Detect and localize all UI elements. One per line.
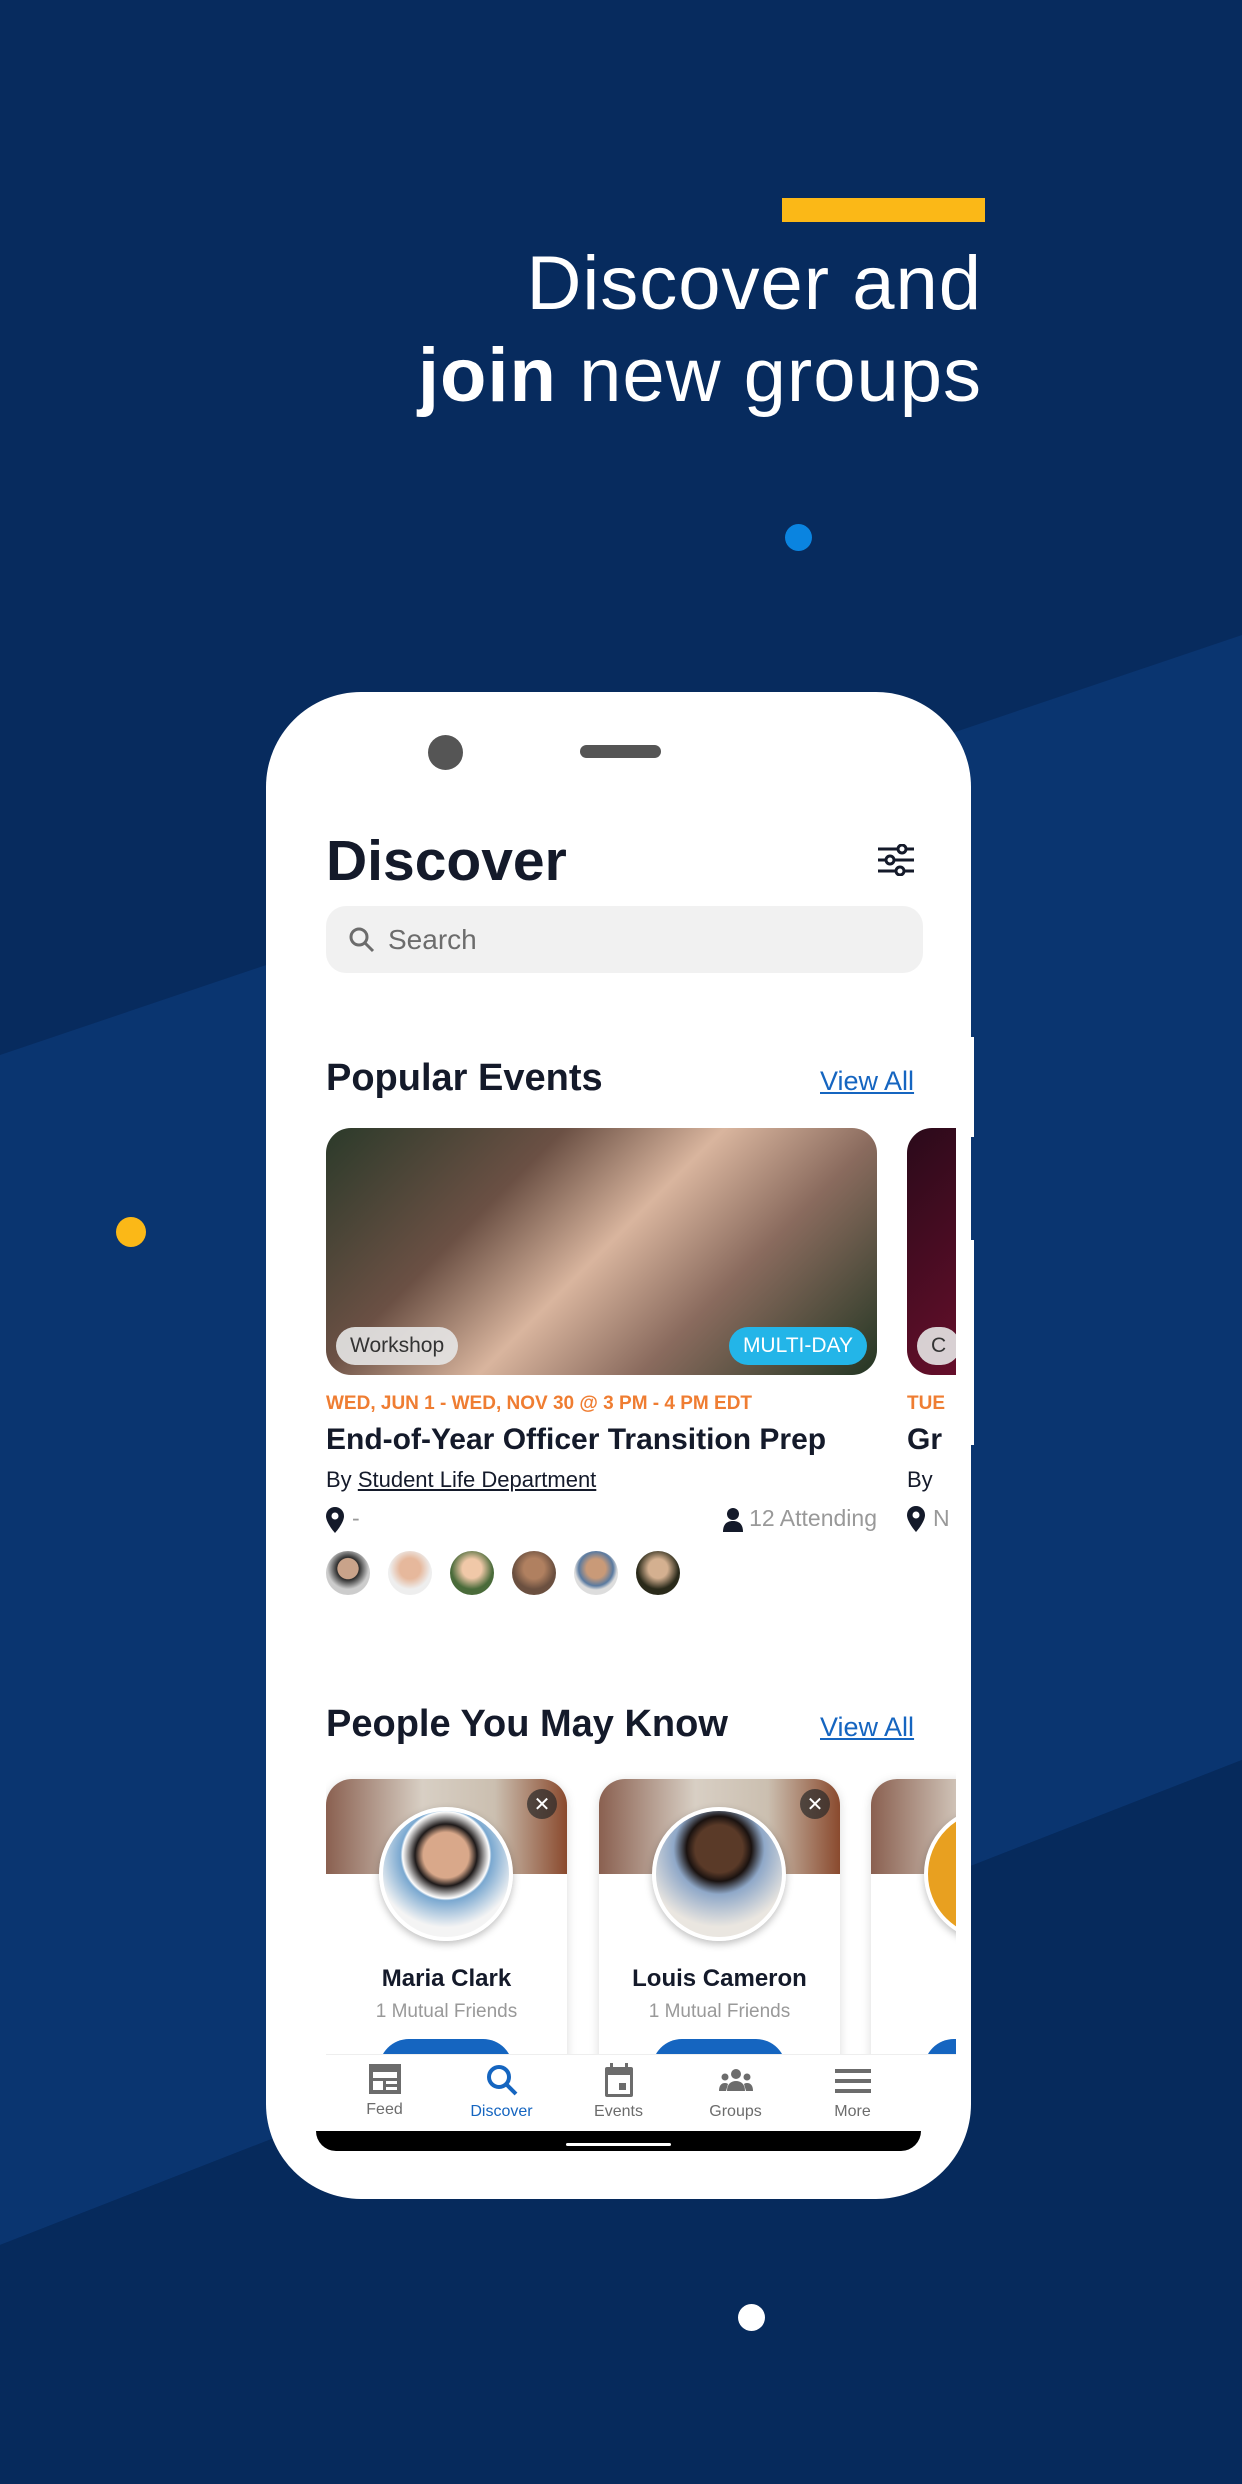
event-title: Gr: [907, 1423, 943, 1456]
location-pin-icon: [326, 1506, 344, 1533]
attendee-avatar[interactable]: [326, 1550, 370, 1595]
event-image: Workshop MULTI-DAY: [326, 1128, 877, 1375]
multi-day-badge: MULTI-DAY: [728, 1327, 867, 1365]
attendee-avatar[interactable]: [388, 1550, 432, 1595]
person-avatar: [652, 1807, 786, 1941]
app-screen: Discover Search Popular Events View All …: [326, 692, 956, 2132]
page-title: Discover: [326, 829, 567, 893]
by-label: By: [326, 1467, 352, 1492]
attendee-avatar[interactable]: [450, 1550, 494, 1595]
tab-label: Discover: [470, 2103, 533, 2120]
location-text: -: [352, 1505, 360, 1531]
headline-line-1: Discover and: [526, 241, 982, 326]
tab-feed[interactable]: Feed: [326, 2055, 443, 2131]
event-date: WED, JUN 1 - WED, NOV 30 @ 3 PM - 4 PM E…: [326, 1393, 753, 1414]
search-placeholder: Search: [388, 923, 477, 955]
headline-line-2: join new groups: [418, 330, 982, 422]
person-card[interactable]: Jo: [871, 1779, 956, 2099]
headline-bold: join: [417, 333, 557, 418]
bottom-tab-bar: Feed Discover Events Groups More: [326, 2054, 956, 2131]
tab-label: Events: [594, 2103, 643, 2120]
sliders-icon[interactable]: [878, 843, 914, 881]
attendee-avatar[interactable]: [512, 1550, 556, 1595]
accent-bar: [782, 198, 985, 222]
dismiss-button[interactable]: ✕: [527, 1789, 557, 1819]
person-card[interactable]: ✕ Maria Clark 1 Mutual Friends: [326, 1779, 567, 2099]
attendee-avatar[interactable]: [636, 1550, 680, 1595]
attending-count: 12 Attending: [749, 1505, 877, 1532]
promo-headline: Discover and join new groups: [418, 238, 982, 422]
tab-more[interactable]: More: [794, 2055, 911, 2131]
event-card-next[interactable]: C TUE Gr By N: [907, 1128, 956, 1532]
popular-events-heading: Popular Events: [326, 1057, 603, 1099]
event-date: TUE: [907, 1393, 945, 1414]
event-card[interactable]: Workshop MULTI-DAY WED, JUN 1 - WED, NOV…: [326, 1128, 877, 1595]
dismiss-button[interactable]: ✕: [800, 1789, 830, 1819]
person-name: Jo: [871, 1965, 956, 1993]
tab-groups[interactable]: Groups: [677, 2055, 794, 2131]
system-nav-bar: [316, 2131, 921, 2151]
groups-icon: [718, 2069, 753, 2091]
event-attending: 12 Attending: [723, 1505, 877, 1533]
event-meta: - 12 Attending: [326, 1505, 877, 1533]
tab-label: Groups: [709, 2103, 762, 2120]
tab-events[interactable]: Events: [560, 2055, 677, 2131]
events-view-all-link[interactable]: View All: [820, 1066, 914, 1097]
decor-dot-blue: [785, 524, 812, 551]
tab-label: Feed: [366, 2101, 403, 2118]
tab-label: More: [834, 2103, 871, 2120]
organizer-link[interactable]: Student Life Department: [358, 1467, 596, 1492]
search-input[interactable]: Search: [326, 906, 923, 973]
attendee-avatars: [326, 1550, 877, 1595]
category-badge: C: [917, 1327, 956, 1365]
search-icon: [486, 2065, 517, 2096]
headline-rest: new groups: [556, 333, 982, 418]
person-name: Maria Clark: [381, 1965, 512, 1992]
event-location: N: [907, 1505, 956, 1532]
decor-dot-white: [738, 2304, 765, 2331]
people-view-all-link[interactable]: View All: [820, 1712, 914, 1743]
mutual-friends: 1 Mutual Friends: [375, 2001, 518, 2022]
home-indicator[interactable]: [566, 2143, 671, 2146]
location-pin-icon: [907, 1505, 925, 1532]
event-organizer: By Student Life Department: [326, 1467, 877, 1493]
search-icon: [349, 927, 375, 952]
event-organizer: By: [907, 1467, 933, 1492]
person-avatar: [379, 1807, 513, 1941]
event-title: End-of-Year Officer Transition Prep: [326, 1423, 827, 1456]
person-card[interactable]: ✕ Louis Cameron 1 Mutual Friends: [599, 1779, 840, 2099]
tab-discover[interactable]: Discover: [443, 2055, 560, 2131]
person-name: Louis Cameron: [632, 1965, 807, 1992]
attendee-avatar[interactable]: [574, 1550, 618, 1595]
decor-dot-yellow: [116, 1217, 146, 1247]
menu-icon: [834, 2069, 871, 2093]
phone-mockup: Discover Search Popular Events View All …: [266, 692, 971, 2199]
location-text: N: [933, 1505, 950, 1531]
people-heading: People You May Know: [326, 1703, 728, 1745]
category-badge: Workshop: [336, 1327, 459, 1365]
event-image: C: [907, 1128, 956, 1375]
mutual-friends: 1 Mutual Friends: [648, 2001, 791, 2022]
event-location: -: [326, 1505, 360, 1533]
feed-icon: [368, 2064, 401, 2094]
calendar-icon: [604, 2063, 633, 2097]
person-icon: [723, 1508, 744, 1533]
